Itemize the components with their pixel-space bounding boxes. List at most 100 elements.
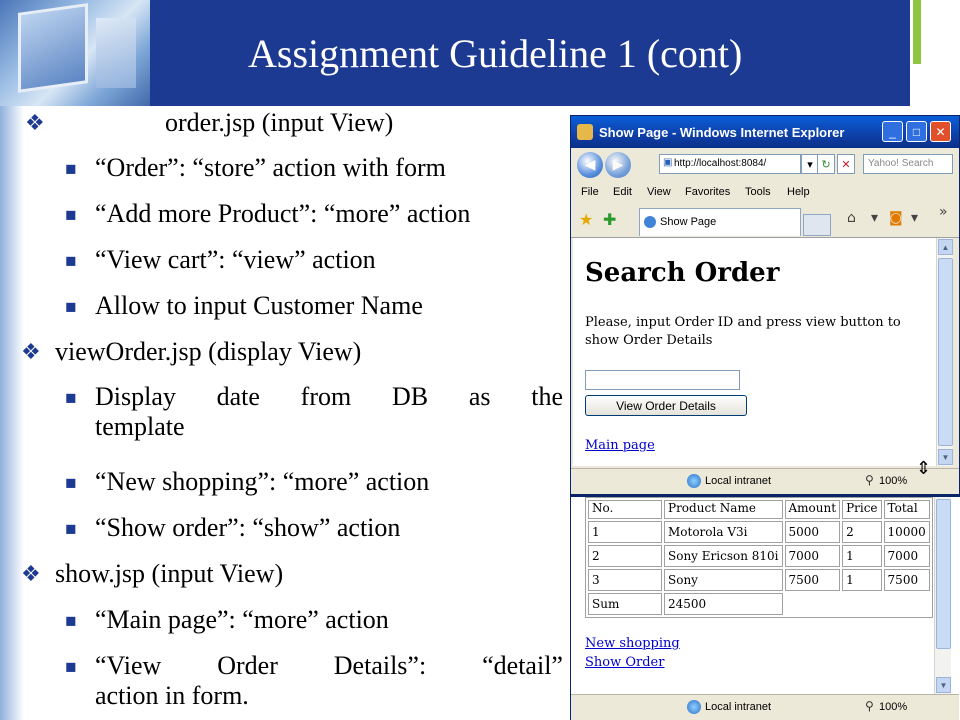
show-order-link[interactable]: Show Order <box>585 655 664 670</box>
slide-title: Assignment Guideline 1 (cont) <box>248 31 743 76</box>
zoom-level[interactable]: 100% <box>879 475 907 487</box>
refresh-icon[interactable]: ↻ <box>817 154 835 174</box>
address-bar[interactable]: http://localhost:8084/ <box>659 154 801 174</box>
feeds-icon[interactable]: ◙ <box>889 210 903 226</box>
bullet-item: ◼ “Main page”: “more” action <box>65 605 389 635</box>
bullet-text: “Show order”: “show” action <box>95 513 401 542</box>
left-decorative-strip <box>0 106 24 720</box>
tab-bar: ★ ✚ Show Page ⌂ ▾ ◙ ▾ » <box>571 202 959 238</box>
bullet-text: “Add more Product”: “more” action <box>95 199 471 228</box>
zoom-icon: ⚲ <box>865 473 874 487</box>
browser-window: Show Page - Windows Internet Explorer _ … <box>570 115 960 495</box>
scroll-thumb[interactable] <box>938 258 953 446</box>
chevron-down-icon[interactable]: ▾ <box>911 210 918 226</box>
status-bar: Local intranet ⚲ 100% <box>571 468 959 494</box>
square-bullet-icon: ◼ <box>65 391 77 406</box>
diamond-bullet-icon: ❖ <box>21 561 41 586</box>
order-table: No. Product Name Amount Price Total 1 Mo… <box>585 497 933 618</box>
chevron-down-icon[interactable]: ▾ <box>871 210 878 226</box>
scroll-up-icon[interactable]: ▲ <box>938 239 953 255</box>
table-sum-row: Sum 24500 <box>588 593 930 615</box>
minimize-button[interactable]: _ <box>882 121 903 142</box>
square-bullet-icon: ◼ <box>65 614 77 629</box>
bullet-text: “Main page”: “more” action <box>95 605 389 634</box>
favorites-star-icon[interactable]: ★ <box>579 210 593 230</box>
scroll-down-icon[interactable]: ▼ <box>938 449 953 465</box>
menu-file[interactable]: File <box>581 186 599 198</box>
bullet-text: show.jsp (input View) <box>55 559 284 588</box>
zoom-level[interactable]: 100% <box>879 701 907 713</box>
square-bullet-icon: ◼ <box>65 660 77 675</box>
bullet-text: Allow to input Customer Name <box>95 291 423 320</box>
square-bullet-icon: ◼ <box>65 162 77 177</box>
table-row: 1 Motorola V3i 5000 2 10000 <box>588 521 930 543</box>
menu-help[interactable]: Help <box>787 186 810 198</box>
order-id-input[interactable] <box>585 370 740 390</box>
security-zone: Local intranet <box>705 701 772 713</box>
browser-window-results: No. Product Name Amount Price Total 1 Mo… <box>570 495 960 720</box>
menu-bar: File Edit View Favorites Tools Help <box>571 182 959 202</box>
page-instructions: Please, input Order ID and press view bu… <box>585 315 901 348</box>
tab-show-page[interactable]: Show Page <box>639 208 801 236</box>
home-icon[interactable]: ⌂ <box>847 210 856 226</box>
new-shopping-link[interactable]: New shopping <box>585 636 680 651</box>
square-bullet-icon: ◼ <box>65 208 77 223</box>
slide-header: Assignment Guideline 1 (cont) <box>0 0 960 108</box>
stop-icon[interactable]: ✕ <box>837 154 855 174</box>
globe-icon <box>687 474 701 488</box>
bullet-text: “Order”: “store” action with form <box>95 153 446 182</box>
back-button[interactable]: ◀ <box>577 152 603 178</box>
bullet-item: ❖ viewOrder.jsp (display View) <box>21 337 362 367</box>
bullet-item: ❖ order.jsp (input View) <box>25 108 394 138</box>
scroll-thumb[interactable] <box>936 499 951 649</box>
maximize-button[interactable]: □ <box>906 121 927 142</box>
bullet-text: Display date from DB as the <box>95 382 563 411</box>
bullet-item: ◼ Allow to input Customer Name <box>65 291 423 321</box>
view-order-details-button[interactable]: View Order Details <box>585 395 747 416</box>
table-row: 3 Sony 7500 1 7500 <box>588 569 930 591</box>
ie-logo-icon <box>577 124 593 140</box>
bullet-item: ◼ Display date from DB as the template <box>65 382 563 441</box>
close-button[interactable]: ✕ <box>930 121 951 142</box>
square-bullet-icon: ◼ <box>65 300 77 315</box>
table-row: 2 Sony Ericson 810i 7000 1 7000 <box>588 545 930 567</box>
bullet-item: ◼ “Show order”: “show” action <box>65 513 401 543</box>
table-header-row: No. Product Name Amount Price Total <box>588 500 930 519</box>
window-title: Show Page - Windows Internet Explorer <box>599 124 845 140</box>
menu-edit[interactable]: Edit <box>613 186 632 198</box>
square-bullet-icon: ◼ <box>65 476 77 491</box>
bullet-text: “View Order Details”: “detail” <box>95 651 563 680</box>
vertical-scrollbar[interactable]: ▼ <box>934 497 951 694</box>
menu-favorites[interactable]: Favorites <box>685 186 730 198</box>
bullet-text: viewOrder.jsp (display View) <box>55 337 362 366</box>
bullet-item: ◼ “View cart”: “view” action <box>65 245 376 275</box>
accent-bar <box>913 0 921 64</box>
bullet-text: order.jsp (input View) <box>165 108 394 137</box>
page-tab-icon <box>644 216 656 228</box>
vertical-scrollbar[interactable]: ▲ ▼ <box>936 238 953 466</box>
add-favorites-icon[interactable]: ✚ <box>603 210 616 230</box>
menu-view[interactable]: View <box>647 186 671 198</box>
security-zone: Local intranet <box>705 475 772 487</box>
new-tab-button[interactable] <box>803 214 831 236</box>
globe-icon <box>687 700 701 714</box>
bullet-item: ◼ “Add more Product”: “more” action <box>65 199 471 229</box>
diamond-bullet-icon: ❖ <box>25 110 45 135</box>
page-icon: ▣ <box>663 157 673 168</box>
address-toolbar: ◀ ▶ http://localhost:8084/ ▣ ▾ ↻ ✕ Yahoo… <box>571 148 959 182</box>
tab-label: Show Page <box>660 216 717 228</box>
address-text: http://localhost:8084/ <box>674 158 767 169</box>
more-tools-icon[interactable]: » <box>939 204 948 220</box>
bullet-text: “View cart”: “view” action <box>95 245 376 274</box>
bullet-item: ◼ “New shopping”: “more” action <box>65 467 430 497</box>
diamond-bullet-icon: ❖ <box>21 339 41 364</box>
mouse-cursor-icon: ⇕ <box>916 458 932 479</box>
bullet-item: ◼ “View Order Details”: “detail” action in … <box>65 651 563 710</box>
bullet-text: “New shopping”: “more” action <box>95 467 430 496</box>
main-page-link[interactable]: Main page <box>585 438 655 453</box>
scroll-down-icon[interactable]: ▼ <box>936 677 951 693</box>
search-input[interactable]: Yahoo! Search <box>863 154 953 174</box>
page-content: Search Order Please, input Order ID and … <box>573 238 936 466</box>
menu-tools[interactable]: Tools <box>745 186 771 198</box>
forward-button[interactable]: ▶ <box>605 152 631 178</box>
